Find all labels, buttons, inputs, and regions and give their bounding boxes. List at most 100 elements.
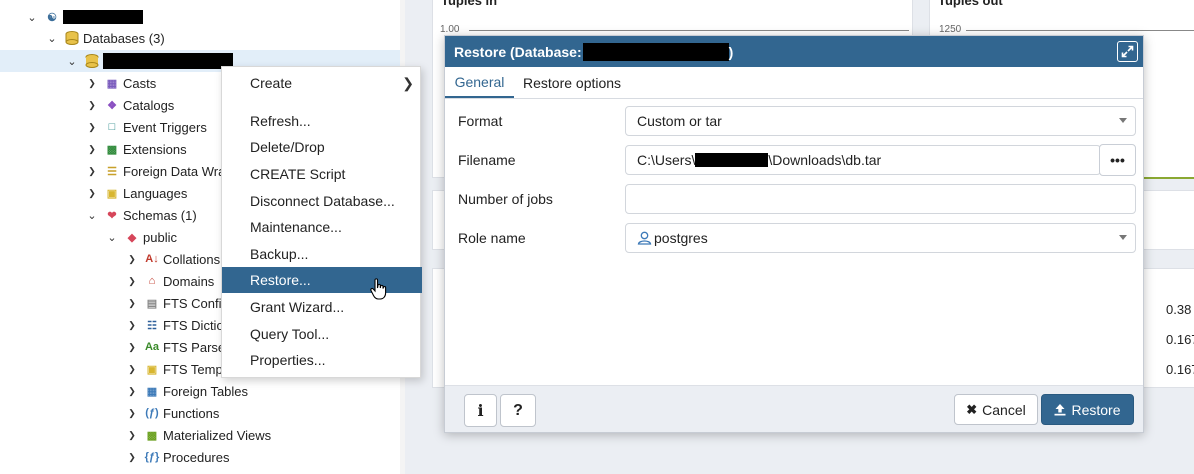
menu-item-properties[interactable]: Properties... [222, 347, 422, 373]
tab-restore-options[interactable]: Restore options [523, 67, 621, 98]
casts-icon: ▦ [106, 77, 118, 90]
chevron-right-icon[interactable]: ❯ [126, 319, 138, 331]
browse-file-button[interactable]: ••• [1099, 144, 1136, 176]
format-select[interactable]: Custom or tar [625, 106, 1136, 136]
upload-icon [1054, 403, 1066, 416]
chevron-right-icon[interactable]: ❯ [126, 275, 138, 287]
menu-item-grant-wizard[interactable]: Grant Wizard... [222, 294, 422, 320]
restore-dialog: Restore (Database: ) General Restore opt… [444, 35, 1144, 433]
maximize-icon[interactable] [1117, 41, 1138, 62]
extensions-icon: ▩ [106, 143, 118, 156]
databases-label: Databases (3) [83, 30, 165, 46]
database-icon [84, 53, 100, 69]
cancel-button[interactable]: ✖ Cancel [954, 394, 1038, 425]
tree-item-schema-public[interactable]: ⌄ ◆ public [106, 226, 177, 248]
fts-parser-icon: Aa [144, 341, 160, 353]
tree-item-foreign-data-wrapper[interactable]: ❯ ☰ Foreign Data Wra [86, 160, 225, 182]
format-label: Format [458, 113, 503, 129]
chevron-right-icon[interactable]: ❯ [126, 341, 138, 353]
functions-icon: (ƒ) [145, 407, 159, 419]
chevron-right-icon[interactable]: ❯ [126, 429, 138, 441]
tree-item-fts-template[interactable]: ❯ ▣ FTS Temp [126, 358, 223, 380]
server-node[interactable]: ⌄ ☯ [26, 6, 143, 28]
procedures-icon: {ƒ} [144, 451, 160, 463]
chevron-right-icon[interactable]: ❯ [126, 297, 138, 309]
chevron-right-icon[interactable]: ❯ [86, 99, 98, 111]
redacted-username [695, 153, 769, 167]
chevron-right-icon[interactable]: ❯ [126, 253, 138, 265]
tree-item-collations[interactable]: ❯ A↓ Collations [126, 248, 220, 270]
chevron-down-icon[interactable]: ⌄ [66, 55, 78, 68]
chevron-down-icon[interactable]: ⌄ [86, 209, 98, 222]
menu-item-create-script[interactable]: CREATE Script [222, 161, 422, 187]
chevron-right-icon[interactable]: ❯ [86, 77, 98, 89]
tree-item-label: Catalogs [123, 97, 175, 113]
jobs-input[interactable] [625, 184, 1136, 214]
menu-item-disconnect-database[interactable]: Disconnect Database... [222, 188, 422, 214]
tree-item-materialized-views[interactable]: ❯ ▩ Materialized Views [126, 424, 271, 446]
tab-general[interactable]: General [445, 67, 514, 98]
tree-item-extensions[interactable]: ❯ ▩ Extensions [86, 138, 187, 160]
tree-item-fts-config[interactable]: ❯ ▤ FTS Confi [126, 292, 221, 314]
menu-item-refresh[interactable]: Refresh... [222, 108, 422, 134]
filename-label: Filename [458, 152, 516, 168]
tree-item-schemas[interactable]: ⌄ ❤ Schemas (1) [86, 204, 197, 226]
chevron-right-icon[interactable]: ❯ [86, 187, 98, 199]
close-icon: ✖ [966, 401, 978, 417]
database-node[interactable]: ⌄ [66, 50, 233, 72]
menu-item-query-tool[interactable]: Query Tool... [222, 321, 422, 347]
chevron-right-icon[interactable]: ❯ [126, 451, 138, 463]
restore-button[interactable]: Restore [1041, 394, 1134, 425]
menu-item-label: Properties... [250, 352, 326, 368]
menu-item-label: Query Tool... [250, 326, 330, 342]
tree-item-domains[interactable]: ❯ ⌂ Domains [126, 270, 214, 292]
tree-item-event-triggers[interactable]: ❯ □ Event Triggers [86, 116, 207, 138]
tree-item-foreign-tables[interactable]: ❯ ▦ Foreign Tables [126, 380, 248, 402]
chevron-right-icon: ❯ [402, 74, 414, 91]
info-icon: i [477, 401, 484, 420]
tree-item-label: Extensions [123, 141, 187, 157]
info-button[interactable]: i [464, 394, 497, 427]
chevron-right-icon[interactable]: ❯ [126, 407, 138, 419]
menu-item-delete-drop[interactable]: Delete/Drop [222, 134, 422, 160]
schemas-icon: ❤ [107, 209, 117, 222]
chevron-right-icon[interactable]: ❯ [86, 121, 98, 133]
fts-config-icon: ▤ [146, 297, 158, 310]
chevron-right-icon[interactable]: ❯ [126, 385, 138, 397]
chevron-down-icon[interactable]: ⌄ [106, 231, 118, 244]
chevron-right-icon[interactable]: ❯ [126, 363, 138, 375]
chevron-right-icon[interactable]: ❯ [86, 143, 98, 155]
tree-item-languages[interactable]: ❯ ▣ Languages [86, 182, 187, 204]
menu-item-create[interactable]: Create ❯ [222, 70, 422, 96]
tree-item-catalogs[interactable]: ❯ ❖ Catalogs [86, 94, 174, 116]
chevron-right-icon[interactable]: ❯ [86, 165, 98, 177]
tree-item-procedures[interactable]: ❯ {ƒ} Procedures [126, 446, 229, 468]
role-value: postgres [654, 230, 708, 246]
tree-item-label: Domains [163, 273, 215, 289]
tree-item-fts-parser[interactable]: ❯ Aa FTS Parse [126, 336, 225, 358]
caret-down-icon [1119, 235, 1127, 240]
menu-item-maintenance[interactable]: Maintenance... [222, 214, 422, 240]
role-select[interactable]: postgres [625, 223, 1136, 253]
menu-item-restore[interactable]: Restore... [222, 267, 422, 293]
databases-node[interactable]: ⌄ Databases (3) [46, 27, 165, 49]
dialog-tabs: General Restore options [445, 67, 1143, 99]
menu-item-label: Restore... [250, 272, 311, 288]
chevron-down-icon[interactable]: ⌄ [46, 32, 58, 45]
tree-item-casts[interactable]: ❯ ▦ Casts [86, 72, 156, 94]
menu-item-backup[interactable]: Backup... [222, 241, 422, 267]
chevron-down-icon[interactable]: ⌄ [26, 11, 38, 24]
databases-icon [64, 30, 80, 46]
filename-input[interactable]: C:\Users\ \Downloads\db.tar [625, 145, 1101, 175]
help-button[interactable]: ? [500, 394, 536, 427]
catalogs-icon: ❖ [107, 99, 117, 112]
menu-item-label: Refresh... [250, 113, 311, 129]
tree-item-label: FTS Dictio [163, 317, 224, 333]
tree-item-label: Schemas (1) [123, 207, 197, 223]
menu-item-label: CREATE Script [250, 166, 346, 182]
tree-item-fts-dictionary[interactable]: ❯ ☷ FTS Dictio [126, 314, 224, 336]
languages-icon: ▣ [106, 187, 118, 200]
dialog-title-bar[interactable]: Restore (Database: ) [445, 36, 1143, 67]
tree-item-functions[interactable]: ❯ (ƒ) Functions [126, 402, 219, 424]
cancel-label: Cancel [982, 401, 1026, 418]
